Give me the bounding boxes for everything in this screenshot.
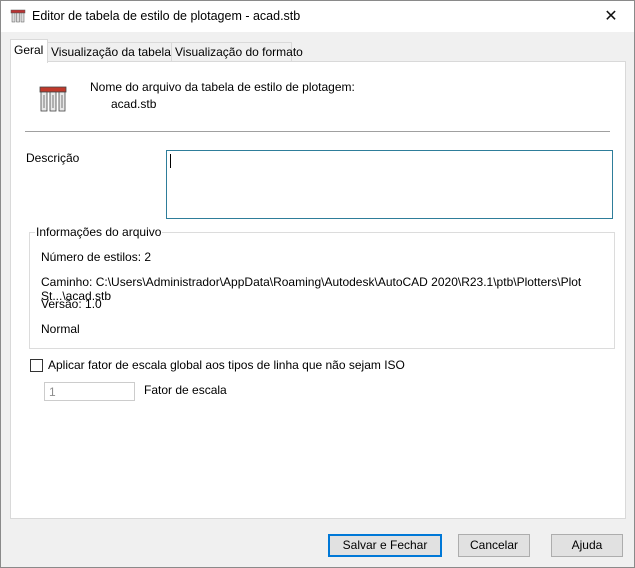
apply-scale-checkbox[interactable] <box>30 358 43 372</box>
style-count-text: Número de estilos: 2 <box>41 250 152 264</box>
description-label: Descrição <box>26 151 80 165</box>
close-button[interactable]: ✕ <box>588 1 634 31</box>
window-title: Editor de tabela de estilo de plotagem -… <box>32 9 301 23</box>
help-button[interactable]: Ajuda <box>551 534 623 557</box>
plot-style-table-icon <box>39 86 67 112</box>
file-name-label: Nome do arquivo da tabela de estilo de p… <box>90 80 355 94</box>
text-caret <box>170 154 171 168</box>
description-textarea[interactable] <box>166 150 613 219</box>
plot-style-table-icon <box>10 9 26 23</box>
tab-form-view[interactable]: Visualização do formato <box>171 42 303 62</box>
save-close-button[interactable]: Salvar e Fechar <box>328 534 442 557</box>
version-text: Versão: 1.0 <box>41 297 102 311</box>
tab-general[interactable]: Geral <box>10 39 48 63</box>
type-text: Normal <box>41 322 80 336</box>
tab-table-view[interactable]: Visualização da tabela <box>47 42 172 62</box>
apply-scale-option[interactable]: Aplicar fator de escala global aos tipos… <box>30 358 405 372</box>
title-bar[interactable]: Editor de tabela de estilo de plotagem -… <box>1 1 634 32</box>
file-info-group: Informações do arquivo Número de estilos… <box>29 225 615 349</box>
plot-style-table-editor-window: Editor de tabela de estilo de plotagem -… <box>0 0 635 568</box>
scale-factor-input[interactable] <box>44 382 135 401</box>
scale-factor-label: Fator de escala <box>144 383 227 397</box>
general-tab-panel: Nome do arquivo da tabela de estilo de p… <box>10 61 626 519</box>
file-name-value: acad.stb <box>111 97 157 111</box>
apply-scale-label: Aplicar fator de escala global aos tipos… <box>48 358 405 372</box>
file-info-legend: Informações do arquivo <box>35 225 163 239</box>
path-text: Caminho: C:\Users\Administrador\AppData\… <box>41 275 582 303</box>
cancel-button[interactable]: Cancelar <box>458 534 530 557</box>
close-icon: ✕ <box>604 8 618 25</box>
separator <box>25 131 610 132</box>
